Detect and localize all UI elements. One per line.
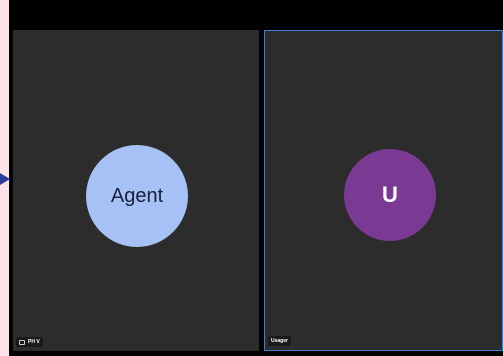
meeting-window: Agent PH V U Usager <box>9 0 503 356</box>
participant-name: PH V <box>28 339 40 345</box>
participant-name-tag: Usager <box>268 336 291 346</box>
participant-name-tag: PH V <box>16 337 43 347</box>
arrow-right-icon <box>0 173 10 185</box>
user-avatar: U <box>344 149 436 241</box>
top-bar <box>9 0 503 29</box>
avatar-label: Agent <box>110 184 164 207</box>
mic-muted-icon <box>19 339 25 345</box>
participant-tile-agent[interactable]: Agent PH V <box>13 30 259 351</box>
participant-tile-user[interactable]: U Usager <box>264 30 503 351</box>
agent-avatar: Agent <box>86 145 188 247</box>
avatar-label: U <box>382 182 398 207</box>
participant-name: Usager <box>271 338 288 344</box>
